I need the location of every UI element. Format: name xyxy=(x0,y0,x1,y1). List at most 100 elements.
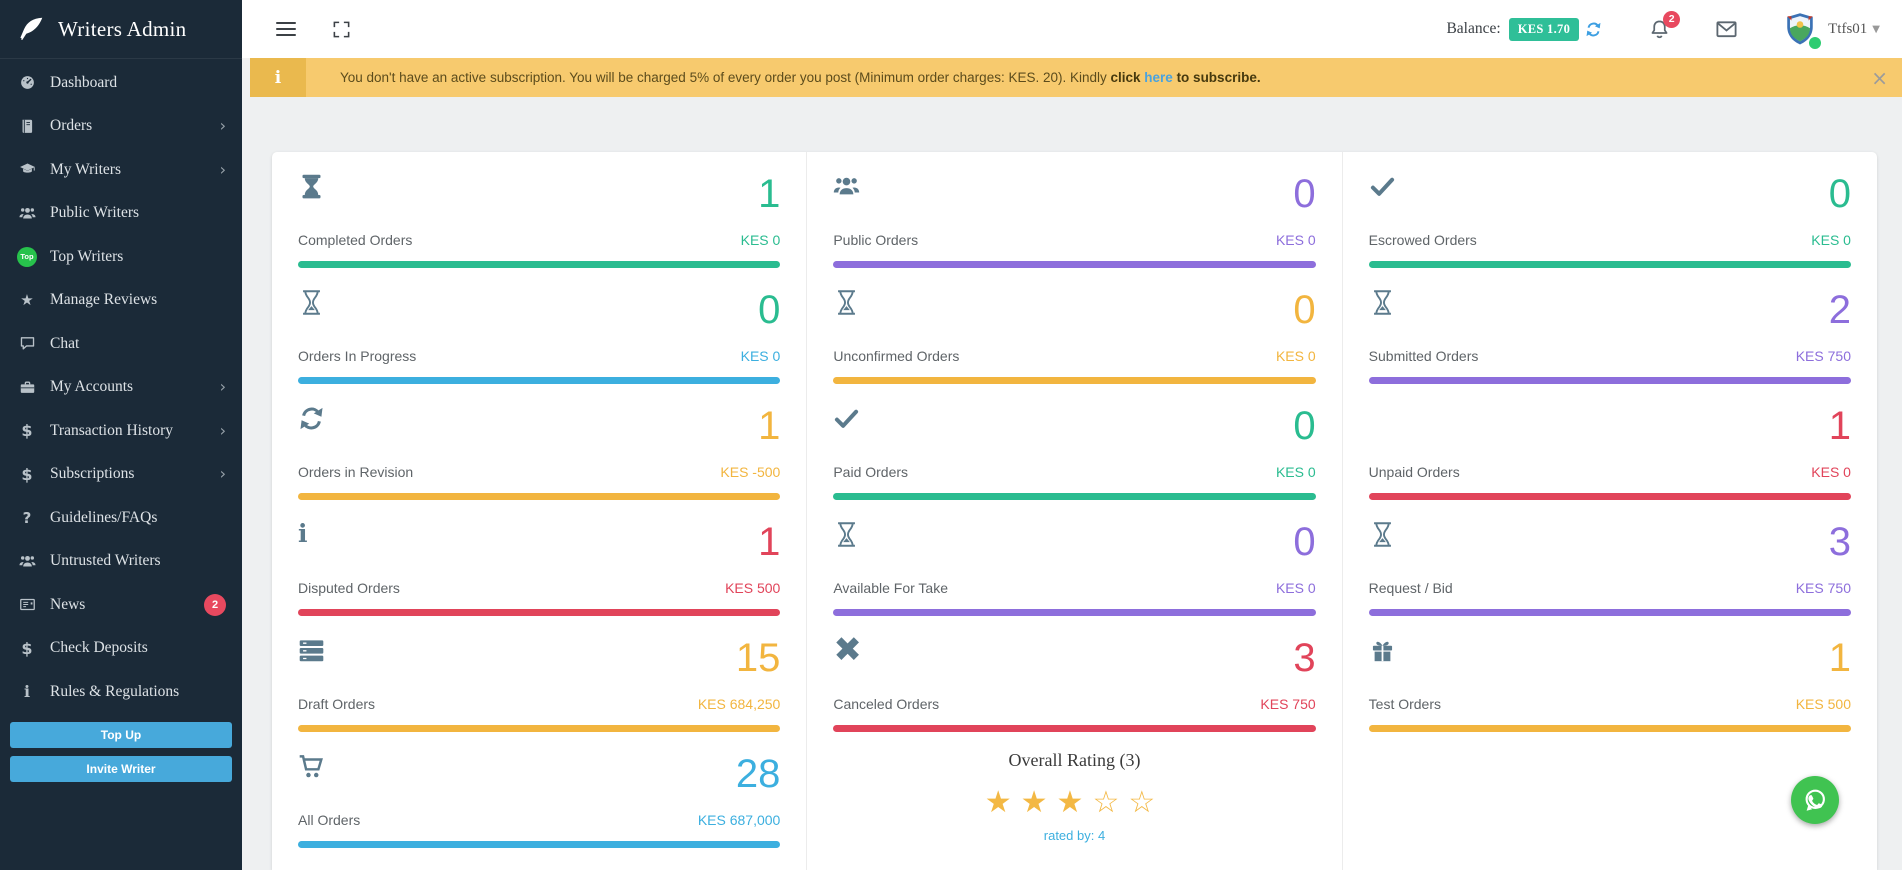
stat-label: Public Orders xyxy=(833,232,918,248)
stat-label: All Orders xyxy=(298,812,360,828)
stat-block: 1 Completed Orders KES 0 xyxy=(298,160,780,276)
close-icon[interactable]: × xyxy=(1871,68,1888,88)
stat-progress-bar xyxy=(833,377,1315,384)
chevron-right-icon: › xyxy=(220,118,226,134)
stat-amount: KES 750 xyxy=(1260,696,1315,712)
notifications-bell-icon[interactable]: 2 xyxy=(1648,18,1671,41)
chevron-right-icon: › xyxy=(220,466,226,482)
user-menu[interactable]: Ttfs01 ▼ xyxy=(1782,11,1880,47)
star-icon: ★ xyxy=(16,290,38,310)
refresh-icon xyxy=(298,405,328,435)
overall-rating: Overall Rating (3) ★★★☆☆ rated by: 4 xyxy=(833,750,1315,843)
pen-feather-icon xyxy=(14,12,48,46)
dollar-icon: $ xyxy=(16,421,38,441)
sidebar-item-dashboard[interactable]: Dashboard xyxy=(0,61,242,105)
refresh-balance-icon[interactable] xyxy=(1585,21,1602,38)
sidebar-item-subscriptions[interactable]: $ Subscriptions › xyxy=(0,453,242,497)
stat-label: Unconfirmed Orders xyxy=(833,348,959,364)
sidebar-scrollbar[interactable] xyxy=(242,58,250,870)
sidebar-item-label: Chat xyxy=(50,335,79,353)
app-logo[interactable]: Writers Admin xyxy=(0,0,242,59)
stat-label: Orders In Progress xyxy=(298,348,416,364)
stat-block: 28 All Orders KES 687,000 xyxy=(298,740,780,856)
stat-block: 1 Unpaid Orders KES 0 xyxy=(1369,392,1851,508)
sidebar-item-untrusted-writers[interactable]: Untrusted Writers xyxy=(0,540,242,584)
chat-icon xyxy=(16,334,38,354)
sidebar-item-label: Public Writers xyxy=(50,204,139,222)
stat-label: Test Orders xyxy=(1369,696,1441,712)
stat-progress-bar xyxy=(298,377,780,384)
dollar-icon: $ xyxy=(16,464,38,484)
stats-column-1: 1 Completed Orders KES 0 0 Orders In Pro… xyxy=(272,152,806,870)
sidebar-item-top-writers[interactable]: Top Top Writers xyxy=(0,235,242,279)
subscribe-link[interactable]: here xyxy=(1144,70,1173,85)
stat-amount: KES -500 xyxy=(720,464,780,480)
check-icon xyxy=(833,405,863,435)
sidebar-item-transaction-history[interactable]: $ Transaction History › xyxy=(0,409,242,453)
stat-block: 3 Request / Bid KES 750 xyxy=(1369,508,1851,624)
sidebar-item-label: Guidelines/FAQs xyxy=(50,509,157,527)
stat-value: 0 xyxy=(1829,173,1851,215)
stat-progress-bar xyxy=(1369,261,1851,268)
sidebar-item-my-accounts[interactable]: My Accounts › xyxy=(0,366,242,410)
stat-block: 0 Unconfirmed Orders KES 0 xyxy=(833,276,1315,392)
stat-block: 0 Public Orders KES 0 xyxy=(833,160,1315,276)
stat-progress-bar xyxy=(833,725,1315,732)
stat-amount: KES 750 xyxy=(1796,348,1851,364)
messages-mail-icon[interactable] xyxy=(1715,18,1738,41)
stat-amount: KES 500 xyxy=(1796,696,1851,712)
sidebar-item-label: Subscriptions xyxy=(50,465,134,483)
stat-label: Disputed Orders xyxy=(298,580,400,596)
hourglass-outline-icon xyxy=(298,289,328,319)
top-up-button[interactable]: Top Up xyxy=(10,722,232,748)
whatsapp-button[interactable] xyxy=(1791,776,1839,824)
stat-block: 15 Draft Orders KES 684,250 xyxy=(298,624,780,740)
stat-label: Paid Orders xyxy=(833,464,908,480)
stat-block: 0 Escrowed Orders KES 0 xyxy=(1369,160,1851,276)
stat-amount: KES 500 xyxy=(725,580,780,596)
balance-badge[interactable]: KES 1.70 xyxy=(1509,18,1579,41)
question-icon: ? xyxy=(16,508,38,528)
stat-value: 0 xyxy=(1293,405,1315,447)
stats-column-2: 0 Public Orders KES 0 0 Unconfirmed Orde… xyxy=(806,152,1341,870)
sidebar-item-check-deposits[interactable]: $ Check Deposits xyxy=(0,627,242,671)
sidebar-item-manage-reviews[interactable]: ★ Manage Reviews xyxy=(0,279,242,323)
cart-icon xyxy=(298,753,328,783)
menu-toggle-icon[interactable] xyxy=(276,18,296,40)
fullscreen-icon[interactable] xyxy=(332,20,351,39)
sidebar-item-orders[interactable]: Orders › xyxy=(0,105,242,149)
stat-progress-bar xyxy=(298,841,780,848)
news-count-badge: 2 xyxy=(204,594,226,616)
sidebar-item-chat[interactable]: Chat xyxy=(0,322,242,366)
sidebar-item-news[interactable]: News 2 xyxy=(0,583,242,627)
sidebar-item-public-writers[interactable]: Public Writers xyxy=(0,192,242,236)
stat-progress-bar xyxy=(298,261,780,268)
dollar-icon: $ xyxy=(16,638,38,658)
stat-label: Unpaid Orders xyxy=(1369,464,1460,480)
invite-writer-button[interactable]: Invite Writer xyxy=(10,756,232,782)
stat-label: Canceled Orders xyxy=(833,696,939,712)
sidebar-item-guidelines-faqs[interactable]: ? Guidelines/FAQs xyxy=(0,496,242,540)
sidebar-item-rules-regulations[interactable]: i Rules & Regulations xyxy=(0,670,242,714)
app-title: Writers Admin xyxy=(58,17,186,42)
stat-block: ✖ 3 Canceled Orders KES 750 xyxy=(833,624,1315,740)
sidebar-item-label: Top Writers xyxy=(50,248,123,266)
rating-stars: ★★★☆☆ xyxy=(833,785,1315,820)
star-filled-icon: ★ xyxy=(985,785,1021,820)
users-icon xyxy=(16,203,38,223)
stat-progress-bar xyxy=(298,609,780,616)
layers-icon xyxy=(298,637,328,667)
topbar: Balance: KES 1.70 2 Ttfs01 ▼ xyxy=(242,0,1902,58)
sidebar-item-label: Untrusted Writers xyxy=(50,552,161,570)
book-icon xyxy=(16,116,38,136)
rating-title: Overall Rating (3) xyxy=(833,750,1315,771)
chevron-right-icon: › xyxy=(220,423,226,439)
sidebar-item-label: Dashboard xyxy=(50,74,117,92)
sidebar-item-my-writers[interactable]: My Writers › xyxy=(0,148,242,192)
stat-value: 2 xyxy=(1829,289,1851,331)
stat-block: 1 Orders in Revision KES -500 xyxy=(298,392,780,508)
whatsapp-icon xyxy=(1800,785,1830,815)
newspaper-icon xyxy=(16,595,38,615)
stats-column-3: 0 Escrowed Orders KES 0 2 Submitted Orde… xyxy=(1342,152,1877,870)
hourglass-outline-icon xyxy=(833,521,863,551)
